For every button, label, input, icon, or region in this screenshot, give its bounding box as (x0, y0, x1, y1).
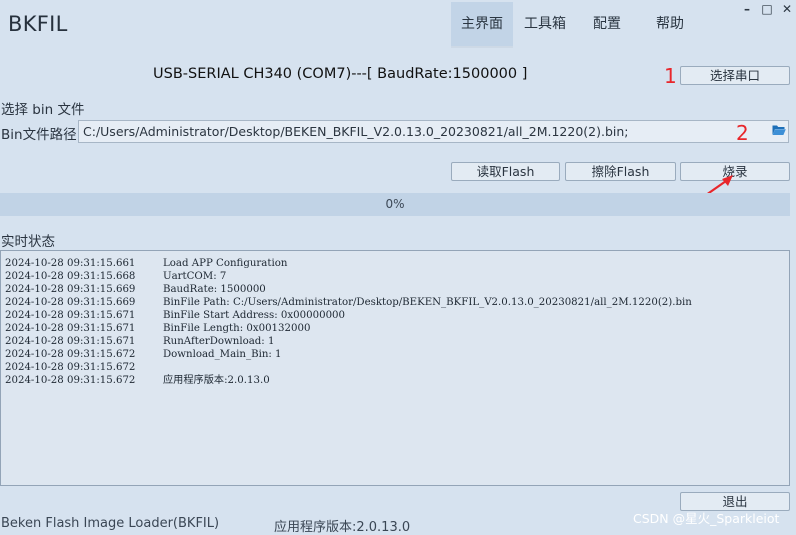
bin-path-label: Bin文件路径 (1, 127, 77, 143)
log-message: Load APP Configuration (163, 258, 288, 269)
log-line: 2024-10-28 09:31:15.669 BinFile Path: C:/… (5, 296, 785, 309)
log-timestamp: 2024-10-28 09:31:15.672 (5, 349, 136, 360)
tab-main[interactable]: 主界面 (451, 2, 513, 48)
annotation-marker-2: 2 (736, 121, 749, 145)
log-message: 应用程序版本:2.0.13.0 (163, 375, 270, 386)
annotation-marker-1: 1 (664, 64, 677, 88)
progress-bar: 0% (0, 193, 790, 216)
select-bin-label: 选择 bin 文件 (1, 102, 85, 118)
erase-flash-button[interactable]: 擦除Flash (565, 162, 676, 181)
log-timestamp: 2024-10-28 09:31:15.671 (5, 323, 136, 334)
log-timestamp: 2024-10-28 09:31:15.669 (5, 284, 136, 295)
port-status-text: USB-SERIAL CH340 (COM7)---[ BaudRate:150… (153, 66, 528, 82)
read-flash-button[interactable]: 读取Flash (451, 162, 560, 181)
app-title: BKFIL (8, 12, 68, 36)
log-message: BinFile Path: C:/Users/Administrator/Des… (163, 297, 692, 308)
log-line: 2024-10-28 09:31:15.672 应用程序版本:2.0.13.0 (5, 374, 785, 387)
footer-app-name: Beken Flash Image Loader(BKFIL) (1, 516, 220, 531)
tab-config[interactable]: 配置 (576, 2, 638, 46)
log-message: BinFile Start Address: 0x00000000 (163, 310, 346, 321)
log-message: UartCOM: 7 (163, 271, 227, 282)
log-timestamp: 2024-10-28 09:31:15.671 (5, 336, 136, 347)
log-timestamp: 2024-10-28 09:31:15.668 (5, 271, 136, 282)
log-line: 2024-10-28 09:31:15.672 (5, 361, 785, 374)
log-timestamp: 2024-10-28 09:31:15.661 (5, 258, 136, 269)
realtime-status-label: 实时状态 (1, 234, 55, 250)
log-line: 2024-10-28 09:31:15.671 BinFile Length: 0… (5, 322, 785, 335)
log-line: 2024-10-28 09:31:15.668 UartCOM: 7 (5, 270, 785, 283)
progress-text: 0% (385, 197, 405, 211)
log-message: Download_Main_Bin: 1 (163, 349, 282, 360)
folder-open-icon[interactable] (772, 124, 786, 136)
log-timestamp: 2024-10-28 09:31:15.669 (5, 297, 136, 308)
log-line: 2024-10-28 09:31:15.669 BaudRate: 1500000 (5, 283, 785, 296)
watermark-text: CSDN @星火_Sparkleiot (633, 511, 780, 526)
tab-help[interactable]: 帮助 (639, 2, 701, 46)
log-timestamp: 2024-10-28 09:31:15.672 (5, 362, 136, 373)
tab-toolbox[interactable]: 工具箱 (514, 2, 576, 46)
maximize-button[interactable]: □ (760, 2, 774, 16)
log-timestamp: 2024-10-28 09:31:15.671 (5, 310, 136, 321)
log-line: 2024-10-28 09:31:15.672 Download_Main_Bin… (5, 348, 785, 361)
log-line: 2024-10-28 09:31:15.671 BinFile Start Add… (5, 309, 785, 322)
log-line: 2024-10-28 09:31:15.661 Load APP Configur… (5, 257, 785, 270)
footer-version: 应用程序版本:2.0.13.0 (274, 520, 411, 535)
log-timestamp: 2024-10-28 09:31:15.672 (5, 375, 136, 386)
log-line: 2024-10-28 09:31:15.671 RunAfterDownload:… (5, 335, 785, 348)
close-button[interactable]: ✕ (780, 2, 794, 16)
log-message: BinFile Length: 0x00132000 (163, 323, 311, 334)
bin-path-input[interactable]: C:/Users/Administrator/Desktop/BEKEN_BKF… (78, 120, 789, 143)
log-output[interactable]: 2024-10-28 09:31:15.661 Load APP Configur… (0, 250, 790, 486)
log-message: BaudRate: 1500000 (163, 284, 266, 295)
minimize-button[interactable]: – (740, 2, 754, 16)
select-port-button[interactable]: 选择串口 (680, 66, 790, 85)
log-message: RunAfterDownload: 1 (163, 336, 275, 347)
